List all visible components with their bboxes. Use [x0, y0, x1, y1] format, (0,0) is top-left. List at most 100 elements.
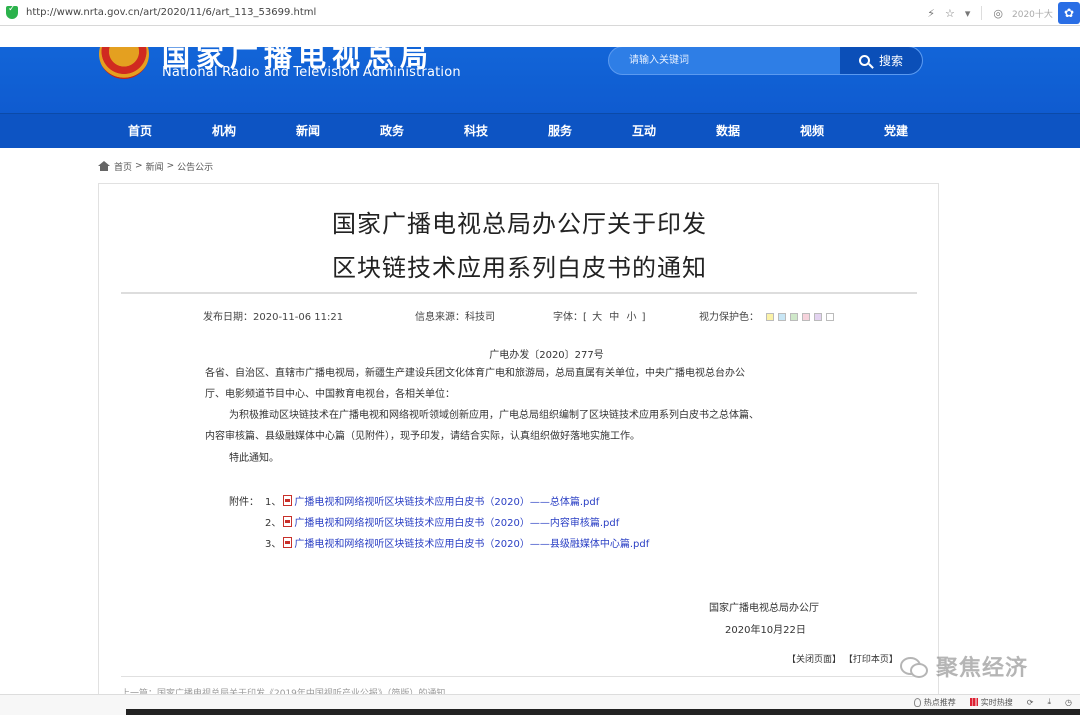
font-size-label: 字体：[	[553, 312, 587, 323]
site-title-english[interactable]: National Radio and Television Administra…	[162, 65, 461, 80]
page-actions: 【关闭页面】 【打印本页】	[787, 652, 898, 665]
site-search-box: 搜索	[608, 47, 923, 75]
search-icon	[858, 55, 870, 66]
live-trending-item[interactable]: 实时热搜	[969, 697, 1013, 708]
attachment-number: 3、	[265, 539, 282, 550]
closing-text: 特此通知。	[229, 453, 279, 464]
print-page-link[interactable]: 【打印本页】	[844, 655, 898, 665]
publish-date-label: 发布日期：	[203, 312, 253, 323]
font-size-close-bracket: ]	[641, 312, 646, 323]
eye-protection-label: 视力保护色：	[699, 312, 759, 323]
info-source-label: 信息来源：	[415, 312, 465, 323]
pdf-file-icon	[283, 537, 293, 548]
home-icon	[98, 161, 110, 171]
bottom-divider	[121, 676, 917, 677]
attachment-number: 2、	[265, 518, 282, 529]
body-paragraph-line-1: 为积极推动区块链技术在广播电视和网络视听领域创新应用，广电总局组织编制了区块链技…	[229, 410, 759, 421]
main-nav: 首页 机构 新闻 政务 科技 服务 互动 数据 视频 党建	[0, 113, 1080, 148]
signing-date: 2020年10月22日	[725, 625, 806, 636]
watermark: 聚焦经济	[900, 650, 1028, 682]
attachment-link[interactable]: 广播电视和网络视听区块链技术应用白皮书（2020）——总体篇.pdf	[294, 493, 599, 508]
security-shield-icon	[6, 4, 18, 19]
chevron-down-icon[interactable]: ▾	[965, 7, 971, 20]
article-title-line-1: 国家广播电视总局办公厅关于印发	[332, 210, 707, 238]
attachment-number: 1、	[265, 497, 282, 508]
nav-item-home[interactable]: 首页	[110, 114, 170, 149]
nav-item-party-building[interactable]: 党建	[866, 114, 926, 149]
browser-address-bar: http://www.nrta.gov.cn/art/2020/11/6/art…	[0, 0, 1080, 26]
recipients-line-1: 各省、自治区、直辖市广播电视局，新疆生产建设兵团文化体育广电和旅游局，总局直属有…	[205, 368, 745, 379]
recipients-line-2: 厅、电影频道节目中心、中国教育电视台，各相关单位：	[205, 389, 455, 400]
pdf-file-icon	[283, 495, 293, 506]
search-button[interactable]: 搜索	[840, 47, 922, 74]
hot-recommend-item[interactable]: 热点推荐	[913, 697, 956, 708]
color-swatch-white[interactable]	[826, 313, 835, 321]
nav-item-video[interactable]: 视频	[782, 114, 842, 149]
info-source: 信息来源：科技司	[415, 308, 495, 323]
color-swatch-pink[interactable]	[802, 313, 811, 321]
search-button-label: 搜索	[878, 54, 903, 68]
attachment-item[interactable]: 1、 广播电视和网络视听区块链技术应用白皮书（2020）——总体篇.pdf	[265, 493, 599, 508]
download-icon[interactable]: ⤓	[1047, 697, 1051, 707]
nav-item-services[interactable]: 服务	[530, 114, 590, 149]
breadcrumb-home[interactable]: 首页	[114, 160, 132, 173]
flame-icon	[913, 697, 921, 707]
breadcrumb: 首页 > 新闻 > 公告公示	[98, 159, 213, 173]
wechat-icon	[900, 655, 930, 678]
font-size-medium[interactable]: 中	[609, 312, 619, 323]
lightning-icon[interactable]: ⚡	[927, 7, 935, 20]
body-paragraph-line-2: 内容审核篇、县级融媒体中心篇（见附件），现予印发，请结合实际，认真组织做好落地实…	[205, 431, 640, 442]
toolbar-gap	[0, 27, 1080, 47]
info-source-value: 科技司	[465, 312, 495, 323]
signing-organization: 国家广播电视总局办公厅	[709, 603, 819, 614]
taskbar-strip	[126, 709, 1080, 715]
status-bar-items: 热点推荐 实时热搜 ⟳ ⤓ ◷	[900, 695, 1072, 709]
color-swatch-blue[interactable]	[778, 313, 787, 321]
nav-item-interaction[interactable]: 互动	[614, 114, 674, 149]
bar-chart-icon	[969, 698, 978, 706]
live-trending-label: 实时热搜	[980, 697, 1013, 707]
breadcrumb-separator: >	[135, 161, 143, 171]
color-swatch-green[interactable]	[790, 313, 799, 321]
close-page-link[interactable]: 【关闭页面】	[787, 655, 841, 665]
attachments-label: 附件：	[229, 497, 259, 508]
address-url[interactable]: http://www.nrta.gov.cn/art/2020/11/6/art…	[26, 7, 316, 18]
article-title-line-2: 区块链技术应用系列白皮书的通知	[332, 254, 707, 282]
font-size-small[interactable]: 小	[626, 312, 636, 323]
hot-recommend-label: 热点推荐	[923, 697, 956, 707]
color-swatch-purple[interactable]	[814, 313, 823, 321]
color-swatch-yellow[interactable]	[766, 313, 775, 321]
nav-item-technology[interactable]: 科技	[446, 114, 506, 149]
attachment-item[interactable]: 2、 广播电视和网络视听区块链技术应用白皮书（2020）——内容审核篇.pdf	[265, 514, 619, 529]
search-input[interactable]	[609, 47, 840, 74]
title-divider	[121, 292, 917, 294]
publish-date: 发布日期：2020-11-06 11:21	[203, 308, 343, 323]
search-engine-icon[interactable]: ◎	[993, 7, 1003, 20]
breadcrumb-news[interactable]: 新闻	[146, 160, 164, 173]
breadcrumb-separator: >	[166, 161, 175, 171]
site-header: 国家广播电视总局 National Radio and Television A…	[0, 47, 1080, 113]
nav-item-organization[interactable]: 机构	[194, 114, 254, 149]
font-size-control: 字体：[ 大 中 小 ]	[553, 308, 646, 323]
nav-item-news[interactable]: 新闻	[278, 114, 338, 149]
attachment-item[interactable]: 3、 广播电视和网络视听区块链技术应用白皮书（2020）——县级融媒体中心篇.p…	[265, 535, 649, 550]
watermark-text: 聚焦经济	[936, 656, 1029, 681]
publish-date-value: 2020-11-06 11:21	[253, 312, 344, 323]
pdf-file-icon	[283, 516, 293, 527]
breadcrumb-announcements[interactable]: 公告公示	[177, 160, 213, 173]
address-bar-tools: ⚡ ☆ ▾ ◎ 2020十大 ✿	[922, 0, 1080, 26]
document-number: 广电办发〔2020〕277号	[489, 350, 604, 361]
attachment-link[interactable]: 广播电视和网络视听区块链技术应用白皮书（2020）——县级融媒体中心篇.pdf	[294, 535, 649, 550]
article-panel: 国家广播电视总局办公厅关于印发 区块链技术应用系列白皮书的通知 发布日期：202…	[98, 183, 939, 715]
font-size-large[interactable]: 大	[592, 312, 602, 323]
national-emblem-icon[interactable]	[99, 47, 149, 79]
baidu-paw-icon[interactable]: ✿	[1058, 2, 1080, 24]
refresh-icon[interactable]: ⟳	[1027, 698, 1034, 707]
nav-item-government-affairs[interactable]: 政务	[362, 114, 422, 149]
history-icon[interactable]: ◷	[1065, 698, 1072, 707]
star-icon[interactable]: ☆	[945, 7, 955, 20]
address-separator	[981, 6, 983, 20]
nav-item-data[interactable]: 数据	[698, 114, 758, 149]
browser-search-input[interactable]: 2020十大	[1012, 7, 1056, 20]
attachment-link[interactable]: 广播电视和网络视听区块链技术应用白皮书（2020）——内容审核篇.pdf	[294, 514, 619, 529]
